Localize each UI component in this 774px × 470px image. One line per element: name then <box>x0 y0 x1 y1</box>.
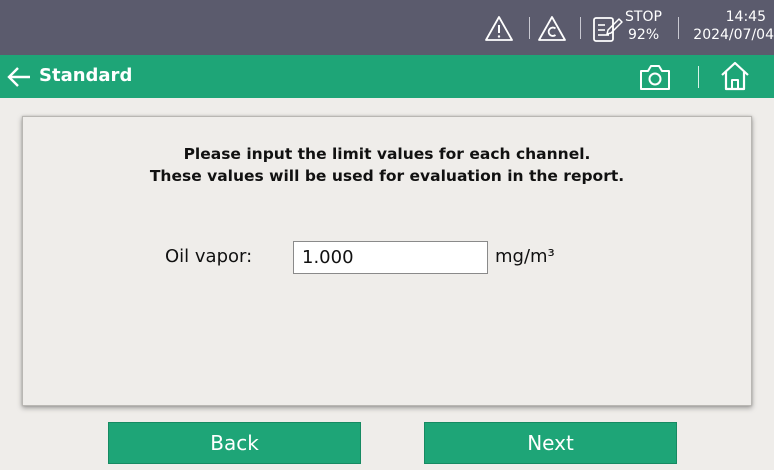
oil-vapor-unit: mg/m³ <box>495 246 555 267</box>
clock-time: 14:45 <box>725 9 766 25</box>
instruction-text: Please input the limit values for each c… <box>183 145 591 163</box>
next-button[interactable]: Next <box>424 422 677 464</box>
status-separator <box>678 17 679 39</box>
warning-icon[interactable] <box>484 14 514 44</box>
back-button[interactable]: Back <box>108 422 361 464</box>
oil-vapor-label: Oil vapor: <box>165 246 253 267</box>
status-separator <box>580 17 581 39</box>
recorder-percent: 92% <box>628 27 660 43</box>
calibration-warning-icon[interactable] <box>537 14 567 44</box>
back-arrow-icon[interactable] <box>6 64 32 90</box>
page-title[interactable]: Standard <box>39 65 132 87</box>
limit-values-panel: Please input the limit values for each c… <box>22 116 752 406</box>
status-separator <box>529 17 530 39</box>
recorder-icon[interactable] <box>592 14 624 44</box>
oil-vapor-input[interactable] <box>293 241 488 274</box>
camera-icon[interactable] <box>638 62 672 92</box>
clock-date: 2024/07/04 <box>693 27 774 43</box>
status-bar: STOP 92% 14:45 2024/07/04 <box>0 0 774 55</box>
instruction-text: These values will be used for evaluation… <box>149 167 625 185</box>
recorder-state: STOP <box>625 9 662 25</box>
home-icon[interactable] <box>719 60 751 92</box>
nav-bar: Standard <box>0 55 774 98</box>
nav-separator <box>698 66 699 88</box>
